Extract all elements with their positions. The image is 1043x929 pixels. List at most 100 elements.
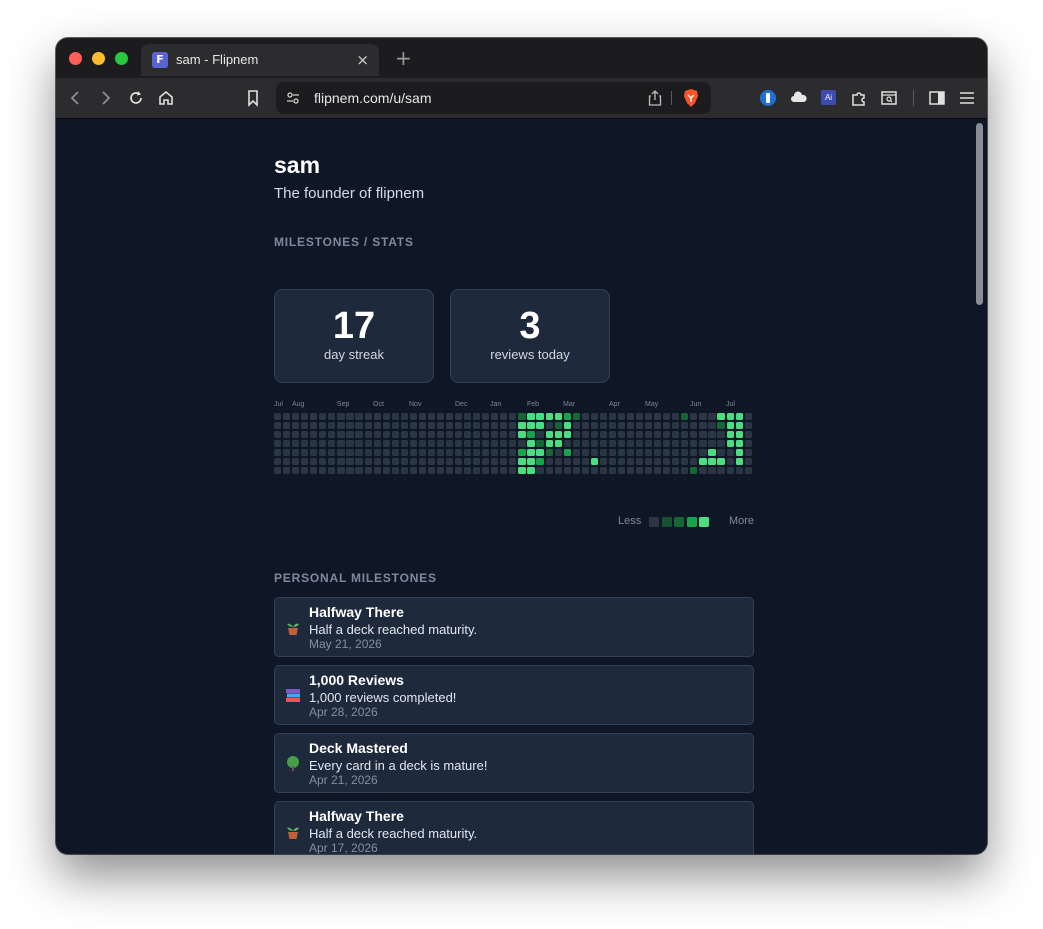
reader-search-icon[interactable] [879, 88, 899, 108]
heatmap-cell [473, 449, 481, 457]
heatmap-cell [328, 440, 336, 448]
milestone-date: Apr 21, 2026 [309, 773, 378, 787]
heatmap-cell [581, 431, 589, 439]
zoom-window-button[interactable] [115, 52, 128, 65]
heatmap-legend: Less More [618, 515, 754, 529]
milestone-desc: Half a deck reached maturity. [309, 826, 478, 841]
heatmap-cell [364, 440, 372, 448]
heatmap-cell [599, 458, 607, 466]
heatmap-cell [491, 449, 499, 457]
heatmap-cell [626, 467, 635, 475]
heatmap-cell [636, 458, 644, 466]
heatmap-cell [473, 431, 481, 439]
heatmap-cell [319, 458, 327, 466]
extensions-puzzle-icon[interactable] [849, 88, 869, 108]
heatmap-cell [500, 413, 508, 421]
minimize-window-button[interactable] [92, 52, 105, 65]
heatmap-cell [672, 458, 680, 466]
heatmap-cell [572, 458, 580, 466]
cloud-extension-icon[interactable] [789, 88, 809, 108]
brave-shields-icon[interactable] [682, 88, 700, 108]
page-scrollbar[interactable] [972, 119, 987, 854]
heatmap-cell [292, 413, 300, 421]
heatmap-cell [500, 449, 508, 457]
heatmap-cell [518, 467, 526, 475]
new-tab-icon[interactable]: + [395, 46, 412, 70]
heatmap-cell [382, 431, 390, 439]
heatmap-cell [608, 440, 617, 448]
close-tab-icon[interactable]: × [356, 51, 369, 69]
heatmap-cell [409, 458, 417, 466]
heatmap-cell [626, 413, 635, 421]
site-settings-icon[interactable] [285, 90, 301, 106]
heatmap-cell [572, 440, 580, 448]
heatmap-cell [292, 449, 300, 457]
sidebar-toggle-icon[interactable] [927, 88, 947, 108]
heatmap-cell [464, 431, 472, 439]
address-bar[interactable]: flipnem.com/u/sam [276, 82, 711, 114]
heatmap-cell [536, 440, 544, 448]
heatmap-cell [509, 440, 517, 448]
milestone-title: Halfway There [309, 604, 404, 620]
heatmap-cell [599, 413, 607, 421]
close-window-button[interactable] [69, 52, 82, 65]
heatmap-cell [283, 431, 291, 439]
scrollbar-thumb[interactable] [976, 123, 983, 305]
heatmap-cell [274, 458, 282, 466]
heatmap-cell [608, 413, 617, 421]
browser-tab[interactable]: F sam - Flipnem × [141, 44, 379, 76]
heatmap-cell [482, 440, 490, 448]
heatmap-cell [581, 413, 589, 421]
heatmap-cell [663, 440, 671, 448]
share-icon[interactable] [647, 89, 663, 107]
heatmap-cell [482, 467, 490, 475]
heatmap-cell [708, 449, 716, 457]
milestone-date: Apr 17, 2026 [309, 841, 378, 854]
home-icon[interactable] [156, 88, 176, 108]
heatmap-cell [572, 467, 580, 475]
heatmap-cell [699, 449, 707, 457]
heatmap-cell [663, 467, 671, 475]
heatmap-cell [391, 467, 399, 475]
heatmap-cell [409, 440, 417, 448]
forward-icon[interactable] [95, 88, 115, 108]
heatmap-cell [482, 458, 490, 466]
heatmap-cell [274, 422, 282, 430]
milestone-card: Halfway There Half a deck reached maturi… [274, 597, 754, 657]
url-divider [671, 91, 672, 105]
heatmap-cell [464, 458, 472, 466]
back-icon[interactable] [66, 88, 86, 108]
heatmap-cell [319, 449, 327, 457]
heatmap-cell [409, 422, 417, 430]
heatmap-cell [708, 413, 716, 421]
heatmap-cell [382, 458, 390, 466]
heatmap-cell [283, 449, 291, 457]
heatmap-cell [744, 458, 752, 466]
milestone-desc: 1,000 reviews completed! [309, 690, 457, 705]
heatmap-cell [409, 449, 417, 457]
menu-icon[interactable] [957, 88, 977, 108]
reload-icon[interactable] [126, 88, 146, 108]
heatmap-cell [636, 449, 644, 457]
heatmap-cell [382, 422, 390, 430]
heatmap-cell [617, 458, 626, 466]
heatmap-cell [536, 431, 544, 439]
heatmap-cell [346, 449, 354, 457]
password-manager-icon[interactable] [760, 90, 776, 106]
heatmap-cell [663, 458, 671, 466]
heatmap-cell [427, 422, 436, 430]
heatmap-cell [427, 440, 436, 448]
heatmap-cell [310, 467, 318, 475]
books-icon [286, 689, 300, 702]
heatmap-cell [536, 467, 544, 475]
heatmap-cell [672, 431, 680, 439]
bookmark-icon[interactable] [243, 88, 263, 108]
heatmap-cell [301, 458, 309, 466]
heatmap-cell [717, 458, 725, 466]
ai-extension-icon[interactable]: Ai [821, 90, 836, 105]
heatmap-cell [636, 413, 644, 421]
heatmap-cell [599, 449, 607, 457]
heatmap-cell [337, 449, 345, 457]
heatmap-cell [337, 458, 345, 466]
heatmap-cell [717, 440, 725, 448]
